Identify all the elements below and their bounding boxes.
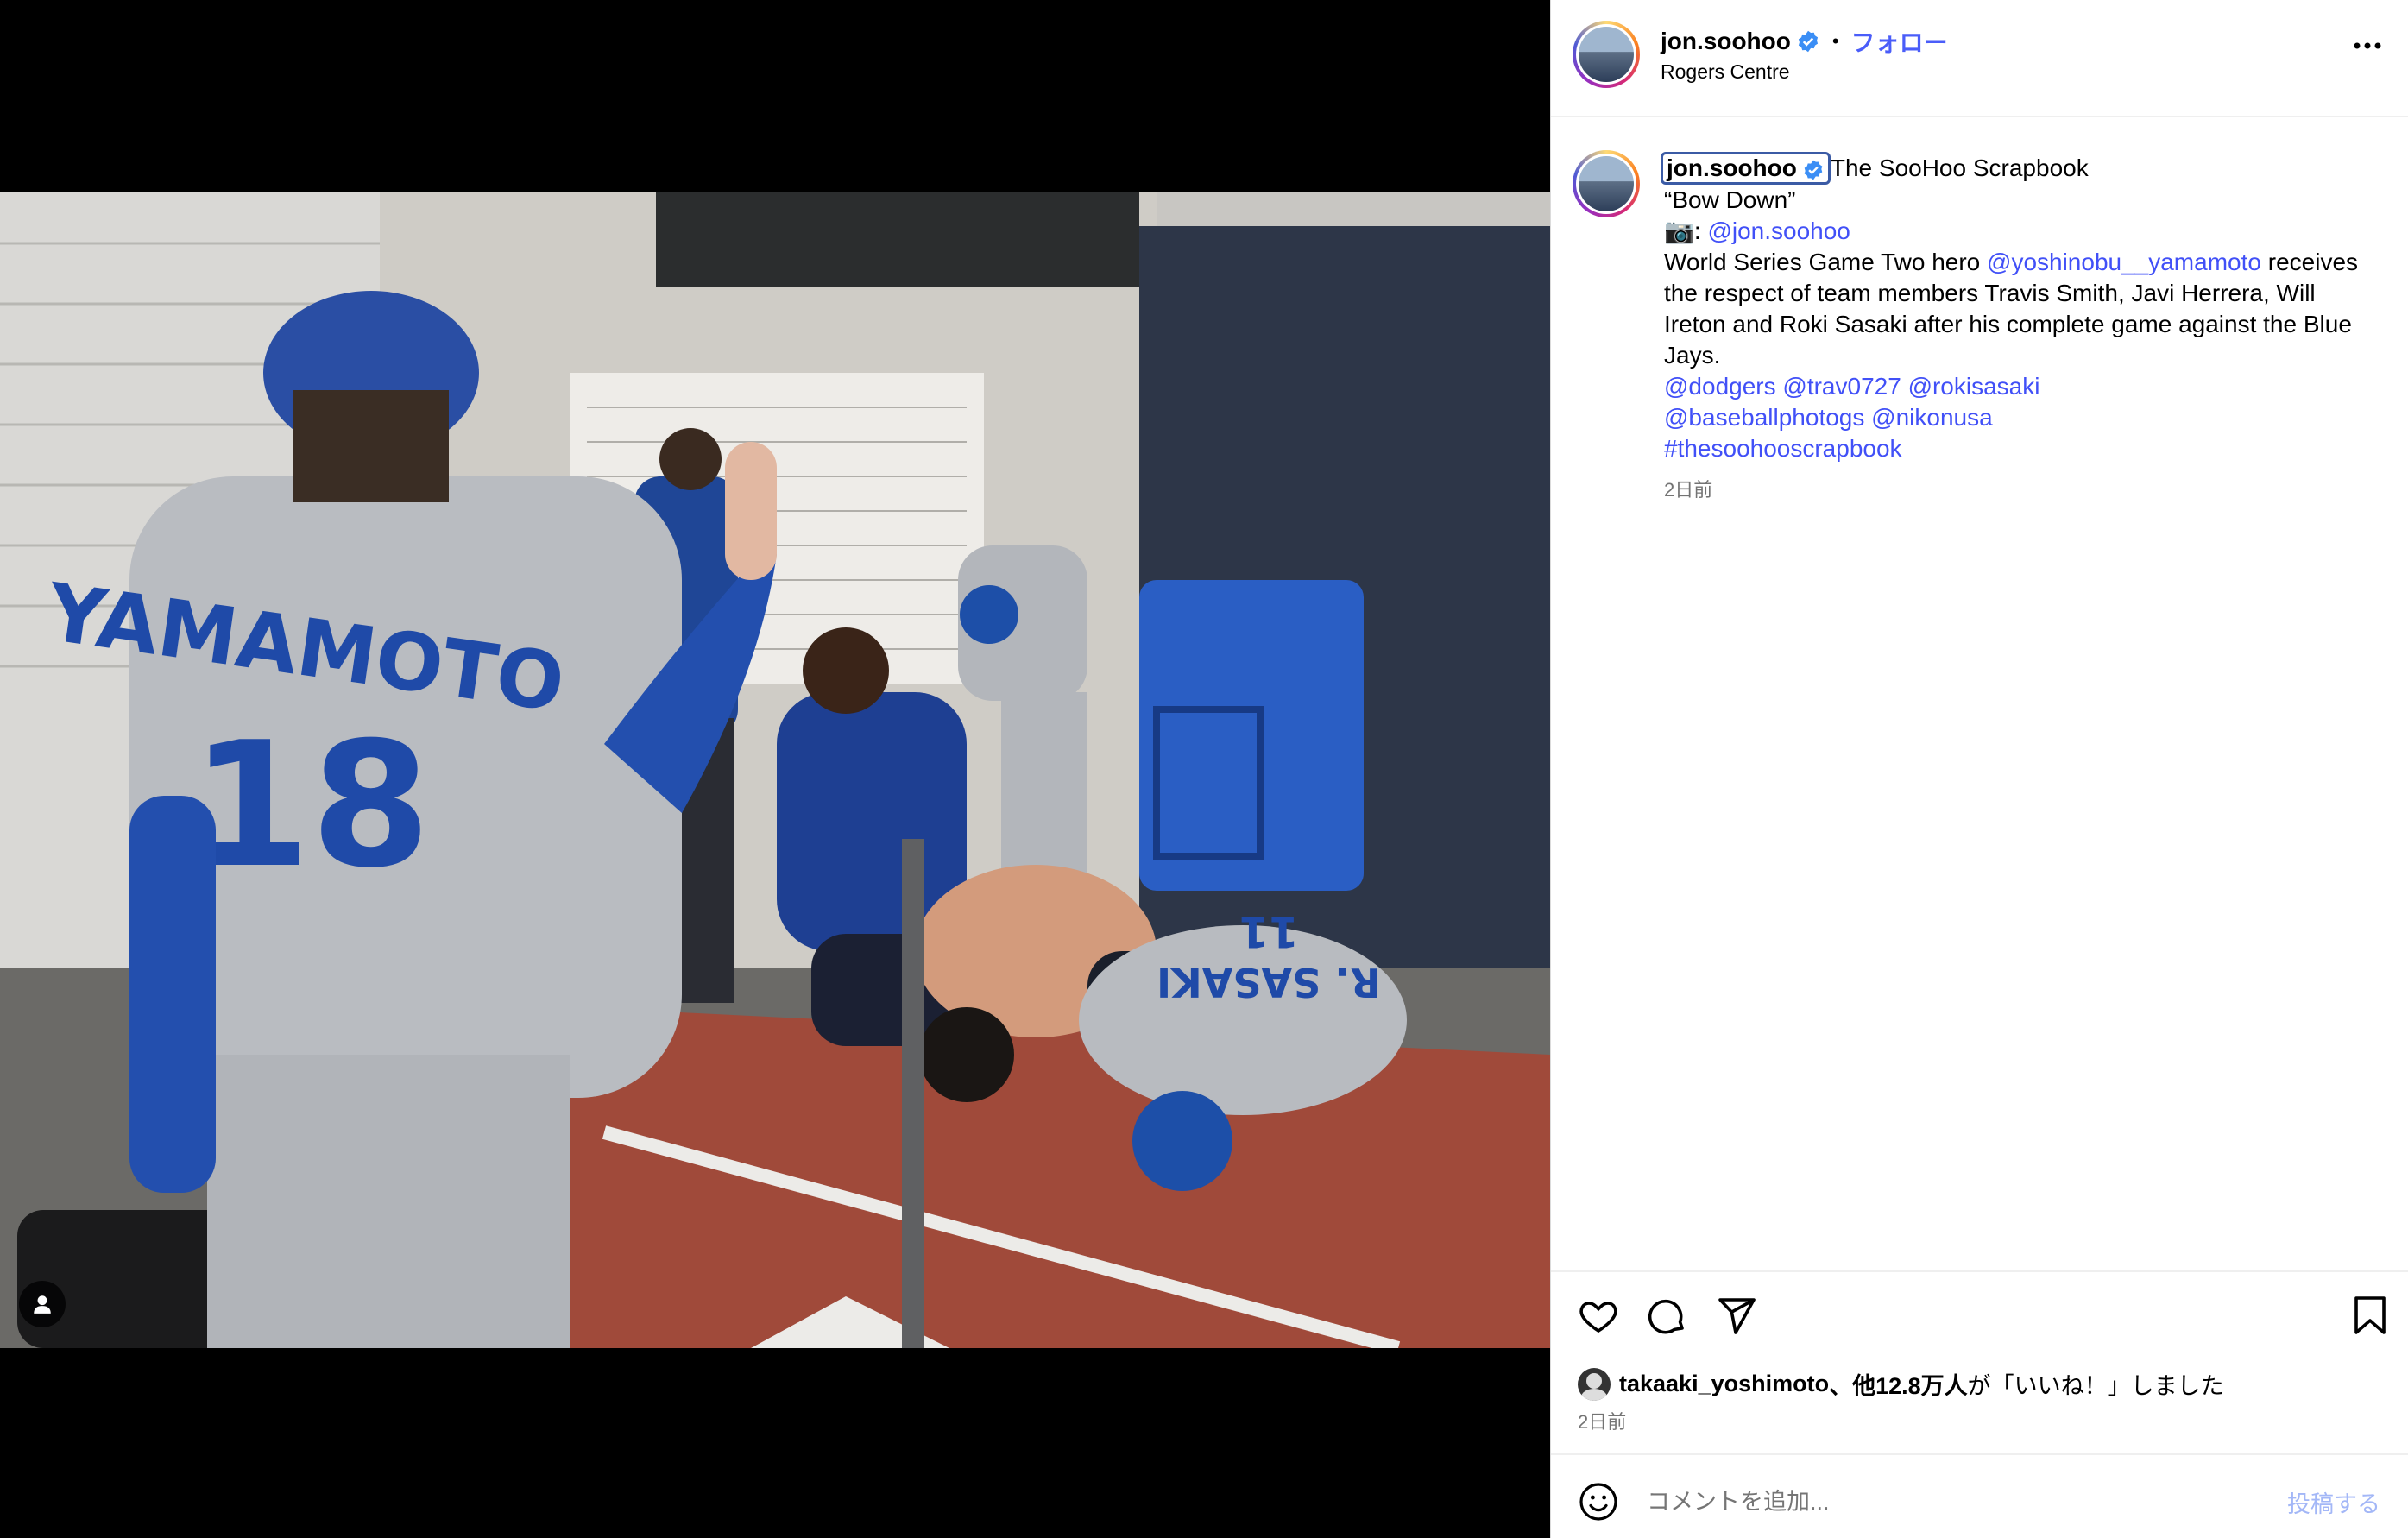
hashtag-link[interactable]: #thesoohooscrapbook xyxy=(1664,435,1902,462)
mention-link[interactable]: @trav0727 xyxy=(1782,373,1901,400)
post-actions xyxy=(1578,1295,2389,1343)
user-icon xyxy=(34,1295,51,1314)
share-icon[interactable] xyxy=(1716,1295,1757,1336)
heart-icon[interactable] xyxy=(1578,1295,1619,1336)
emoji-icon[interactable] xyxy=(1578,1481,1619,1522)
jersey-number: 18 xyxy=(191,705,431,906)
verified-badge-icon xyxy=(1804,160,1823,180)
post-comment-button[interactable]: 投稿する xyxy=(2287,1485,2380,1519)
sasaki-number: 11 xyxy=(1239,906,1299,956)
liker-username[interactable]: takaaki_yoshimoto xyxy=(1619,1371,1829,1397)
divider xyxy=(1550,1453,2408,1455)
mention-link[interactable]: @dodgers xyxy=(1664,373,1776,400)
post-time[interactable]: 2日前 xyxy=(1578,1407,1626,1434)
post-photo[interactable]: ← xyxy=(0,192,1550,1348)
bookmark-icon[interactable] xyxy=(2351,1295,2389,1336)
divider xyxy=(1550,1270,2408,1272)
mention-link[interactable]: @nikonusa xyxy=(1871,404,1993,431)
author-avatar[interactable] xyxy=(1573,21,1640,88)
comment-input[interactable] xyxy=(1645,1487,2253,1516)
header-user-row: jon.soohoo • フォロー xyxy=(1661,24,1948,59)
likes-summary[interactable]: takaaki_yoshimoto 、他12.8万人 が「いいね！」しました xyxy=(1578,1367,2224,1401)
sasaki-name: R. SASAKI xyxy=(1157,959,1381,1005)
caption-username[interactable]: jon.soohoo xyxy=(1661,152,1831,185)
post-caption: jon.soohoo The SooHoo Scrapbook “Bow Down… xyxy=(1661,152,2380,506)
post-header: jon.soohoo • フォロー Rogers Centre xyxy=(1550,0,2408,117)
caption-text: World Series Game Two hero xyxy=(1664,249,1981,275)
follow-button[interactable]: フォロー xyxy=(1851,24,1948,59)
caption-time[interactable]: 2日前 xyxy=(1664,475,2380,506)
caption-quote: “Bow Down” xyxy=(1664,186,1796,213)
header-separator: • xyxy=(1831,30,1839,52)
comment-icon[interactable] xyxy=(1647,1295,1688,1336)
likes-count[interactable]: 、他12.8万人 xyxy=(1829,1367,1968,1401)
mention-link[interactable]: @jon.soohoo xyxy=(1707,217,1850,244)
verified-badge-icon xyxy=(1798,30,1818,53)
camera-prefix: 📷: xyxy=(1664,217,1701,244)
tagged-users-button[interactable] xyxy=(19,1281,66,1327)
caption-avatar[interactable] xyxy=(1573,150,1640,217)
mention-link[interactable]: @yoshinobu__yamamoto xyxy=(1987,249,2261,275)
caption-title: The SooHoo Scrapbook xyxy=(1830,154,2089,181)
mention-link[interactable]: @rokisasaki xyxy=(1908,373,2040,400)
panel-divider xyxy=(1550,0,1551,1538)
post-media[interactable]: ← xyxy=(0,0,1550,1538)
likes-text: が「いいね！」しました xyxy=(1967,1373,2224,1399)
more-horizontal-icon[interactable] xyxy=(2353,41,2382,50)
comment-bar: 投稿する xyxy=(1578,1478,2389,1526)
post-side-panel: jon.soohoo • フォロー Rogers Centre jon.sooh… xyxy=(1550,0,2408,1538)
photo-illustration: ← xyxy=(0,192,1550,1348)
mention-link[interactable]: @baseballphotogs xyxy=(1664,404,1864,431)
author-username[interactable]: jon.soohoo xyxy=(1661,28,1791,55)
post-location[interactable]: Rogers Centre xyxy=(1661,60,1790,84)
liker-avatar[interactable] xyxy=(1578,1367,1611,1401)
